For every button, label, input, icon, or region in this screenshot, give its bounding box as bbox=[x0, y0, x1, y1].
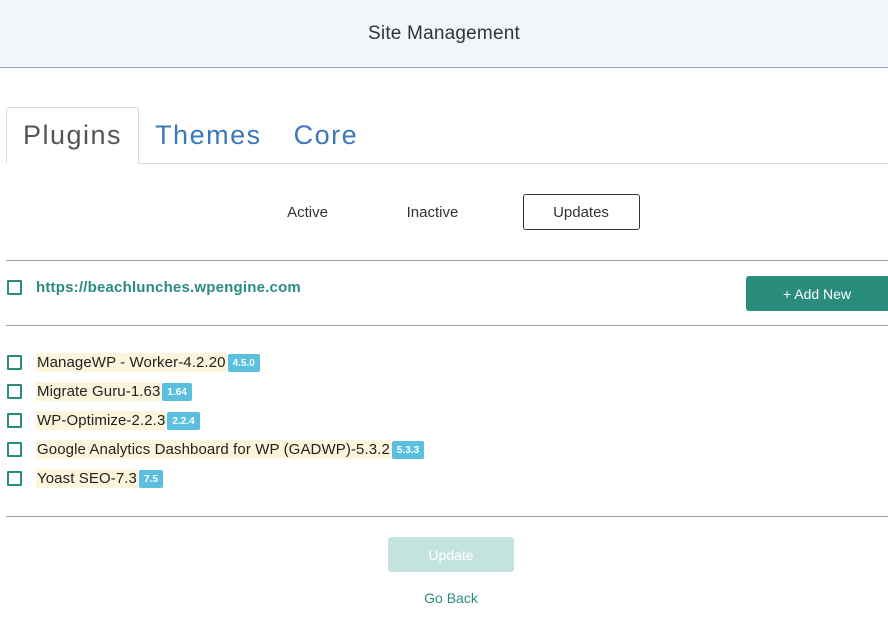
version-badge: 2.2.4 bbox=[167, 411, 200, 430]
plugin-row: WP-Optimize-2.2.3 2.2.4 bbox=[7, 406, 424, 435]
version-badge: 7.5 bbox=[138, 469, 163, 488]
plugin-name: ManageWP - Worker-4.2.20 bbox=[36, 353, 227, 372]
tab-themes[interactable]: Themes bbox=[139, 107, 278, 163]
plugin-row: Google Analytics Dashboard for WP (GADWP… bbox=[7, 435, 425, 464]
version-badge: 1.64 bbox=[162, 382, 192, 401]
filter-inactive[interactable]: Inactive bbox=[370, 194, 496, 230]
site-row: https://beachlunches.wpengine.com bbox=[7, 279, 301, 296]
filter-group: Active Inactive Updates bbox=[0, 194, 888, 230]
filter-active[interactable]: Active bbox=[249, 194, 367, 230]
plugin-checkbox[interactable] bbox=[7, 384, 22, 399]
tab-bar: Plugins Themes Core bbox=[6, 107, 888, 164]
version-badge: 5.3.3 bbox=[391, 440, 425, 459]
plugin-checkbox[interactable] bbox=[7, 471, 22, 486]
divider bbox=[6, 516, 888, 517]
plugin-row: ManageWP - Worker-4.2.20 4.5.0 bbox=[7, 348, 424, 377]
tab-plugins[interactable]: Plugins bbox=[6, 107, 140, 164]
plugin-checkbox[interactable] bbox=[7, 442, 22, 457]
site-checkbox[interactable] bbox=[7, 280, 22, 295]
divider bbox=[6, 260, 888, 261]
go-back-link[interactable]: Go Back bbox=[0, 590, 888, 606]
divider bbox=[6, 325, 888, 326]
plugin-row: Yoast SEO-7.3 7.5 bbox=[7, 464, 424, 493]
plugin-name: Yoast SEO-7.3 bbox=[36, 469, 138, 488]
plugin-row: Migrate Guru-1.63 1.64 bbox=[7, 377, 424, 406]
tab-core[interactable]: Core bbox=[278, 107, 375, 163]
plugin-checkbox[interactable] bbox=[7, 413, 22, 428]
add-new-button[interactable]: + Add New bbox=[746, 276, 888, 311]
version-badge: 4.5.0 bbox=[227, 353, 260, 372]
plugin-name: WP-Optimize-2.2.3 bbox=[36, 411, 167, 430]
page-title: Site Management bbox=[368, 22, 520, 44]
plugin-checkbox[interactable] bbox=[7, 355, 22, 370]
update-button[interactable]: Update bbox=[388, 537, 514, 572]
filter-updates[interactable]: Updates bbox=[522, 194, 640, 230]
app-header: Site Management bbox=[0, 0, 888, 68]
plugin-list: ManageWP - Worker-4.2.20 4.5.0 Migrate G… bbox=[7, 348, 425, 493]
plugin-name: Migrate Guru-1.63 bbox=[36, 382, 162, 401]
site-url-link[interactable]: https://beachlunches.wpengine.com bbox=[36, 279, 301, 296]
plugin-name: Google Analytics Dashboard for WP (GADWP… bbox=[36, 440, 391, 459]
